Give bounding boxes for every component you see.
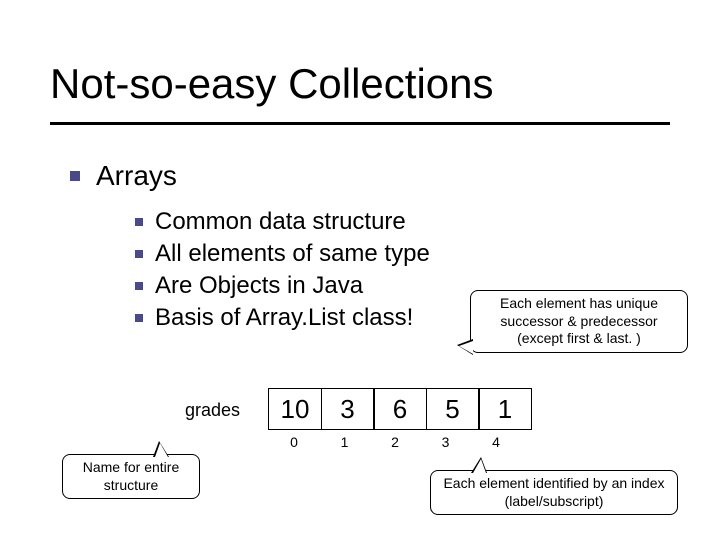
callout-text: Each element identified by an index (lab… <box>443 475 664 509</box>
array-cell: 1 <box>478 388 532 430</box>
callout-tail-icon <box>153 441 169 457</box>
bullet-text: Are Objects in Java <box>155 272 363 300</box>
square-bullet-icon <box>70 171 80 181</box>
bullet-text: Basis of Array.List class! <box>155 304 413 332</box>
array-name-label: grades <box>185 400 240 421</box>
callout-tail-icon <box>471 457 487 473</box>
bullet-text: Common data structure <box>155 208 406 236</box>
section-bullet: Arrays <box>70 160 177 192</box>
array-index: 3 <box>420 432 472 450</box>
array-index: 2 <box>369 432 421 450</box>
callout-index: Each element identified by an index (lab… <box>430 470 678 515</box>
bullet-text: All elements of same type <box>155 240 430 268</box>
callout-unique-successor: Each element has unique successor & pred… <box>470 290 688 353</box>
square-bullet-icon <box>135 314 143 322</box>
sub-bullet: All elements of same type <box>135 240 430 268</box>
callout-tail-icon <box>457 339 473 355</box>
array-cell: 3 <box>321 388 375 430</box>
callout-text: Name for entire structure <box>83 459 179 493</box>
square-bullet-icon <box>135 250 143 258</box>
array-cells: 10 3 6 5 1 <box>268 388 532 430</box>
sub-bullet: Common data structure <box>135 208 406 236</box>
section-label: Arrays <box>96 160 177 192</box>
callout-name-structure: Name for entire structure <box>62 454 200 499</box>
sub-bullet: Basis of Array.List class! <box>135 304 413 332</box>
array-index: 4 <box>470 432 522 450</box>
square-bullet-icon <box>135 218 143 226</box>
array-index: 0 <box>268 432 320 450</box>
title-underline <box>50 122 670 125</box>
square-bullet-icon <box>135 282 143 290</box>
array-cell: 5 <box>426 388 480 430</box>
array-index: 1 <box>319 432 371 450</box>
sub-bullet: Are Objects in Java <box>135 272 363 300</box>
array-cell: 10 <box>268 388 322 430</box>
slide-title: Not-so-easy Collections <box>50 60 494 108</box>
array-cell: 6 <box>373 388 427 430</box>
callout-text: Each element has unique successor & pred… <box>500 295 658 346</box>
array-indices: 0 1 2 3 4 <box>268 432 522 450</box>
